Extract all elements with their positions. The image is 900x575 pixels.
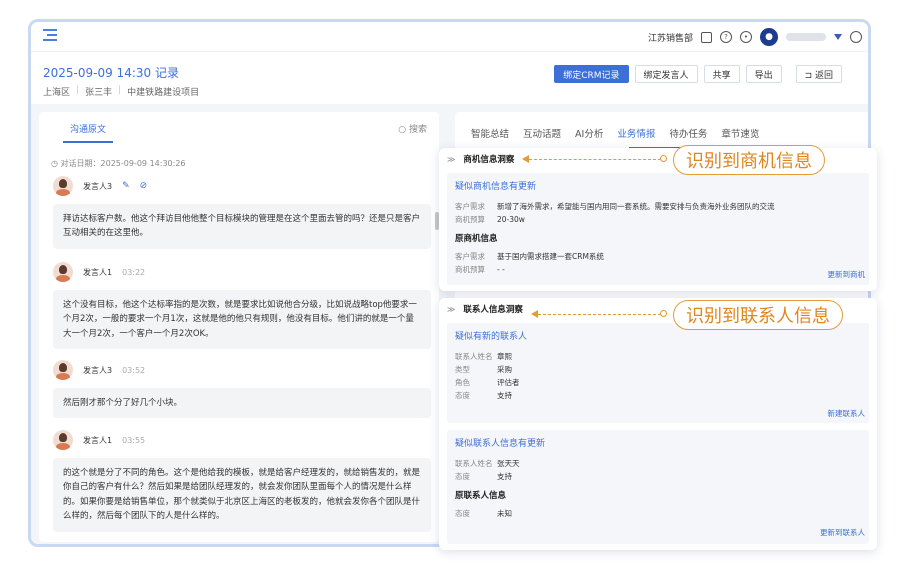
field-row: 类型 采购 (455, 365, 512, 375)
edit-icon[interactable] (701, 31, 712, 43)
field-row: 客户需求 基于国内需求搭建一套CRM系统 (455, 252, 604, 262)
message-header: 发言人3 ✎ ⊘ (53, 176, 147, 196)
message-time: 03:22 (122, 267, 146, 277)
tab-chapters[interactable]: 章节速览 (721, 126, 759, 140)
link-icon[interactable]: ⊘ (140, 181, 148, 191)
edit-speaker-icon[interactable]: ✎ (122, 181, 130, 191)
bind-speaker-button[interactable]: 绑定发言人 (634, 65, 698, 83)
contact-header[interactable]: ≫ 联系人信息洞察 (447, 303, 523, 316)
tab-topics[interactable]: 互动话题 (523, 126, 561, 140)
bind-crm-button[interactable]: 绑定CRM记录 (554, 65, 629, 83)
update-contact-link[interactable]: 更新到联系人 (820, 527, 865, 538)
field-row: 商机预算 - - (455, 265, 505, 275)
suggestion-title: 疑似联系人信息有更新 (455, 439, 546, 449)
transcript-search[interactable]: ○ 搜索 (398, 122, 427, 135)
callout-connector (538, 314, 661, 315)
field-row: 客户需求 新增了海外需求，希望能与国内用同一套系统。需要安排与负责海外业务团队的交… (455, 202, 775, 211)
message-time: 03:52 (122, 365, 146, 375)
update-opportunity-link[interactable]: 更新到商机 (828, 269, 866, 280)
user-name-blurred[interactable] (786, 33, 826, 41)
tab-todos[interactable]: 待办任务 (669, 126, 707, 140)
callout-connector (529, 159, 661, 160)
field-row: 态度 支持 (455, 391, 512, 401)
original-title: 原商机信息 (455, 234, 498, 245)
search-label[interactable]: 搜索 (409, 125, 427, 135)
transcript-panel: 沟通原文 ○ 搜索 ◷ 对话日期：2025-09-09 14:30:26 发言人… (39, 112, 439, 542)
export-button[interactable]: 导出 (745, 65, 782, 83)
new-contact-suggestion: 疑似有新的联系人 联系人姓名 章熙 类型 采购 角色 评估者 态度 支持 (447, 323, 869, 423)
meta-owner: 张三丰 (85, 88, 113, 98)
user-avatar[interactable]: ● (760, 28, 778, 46)
search-icon[interactable]: ○ (398, 125, 406, 135)
field-row: 态度 支持 (455, 472, 512, 482)
message-time: 03:55 (122, 435, 146, 445)
bell-icon[interactable]: • (740, 31, 752, 43)
chevron-down-icon[interactable] (834, 34, 842, 40)
speaker-name[interactable]: 发言人3 (83, 365, 112, 376)
top-right-tools: 江苏销售部 ? • ● (648, 28, 862, 46)
message-header: 发言人1 03:22 (53, 262, 145, 282)
tab-ai-analysis[interactable]: AI分析 (575, 126, 603, 140)
arrow-head-icon (522, 155, 529, 163)
arrow-head-icon (531, 310, 538, 318)
field-row: 联系人姓名 张天天 (455, 459, 520, 468)
help-icon[interactable]: ? (720, 31, 732, 43)
record-header: 2025-09-09 14:30 记录 上海区 | 张三丰 | 中建铁路建设项目… (31, 52, 868, 104)
menu-toggle-icon[interactable] (43, 29, 57, 43)
message-header: 发言人3 03:52 (53, 360, 145, 380)
record-meta: 上海区 | 张三丰 | 中建铁路建设项目 (43, 85, 200, 98)
tab-business-intel[interactable]: 业务情报 (617, 126, 655, 140)
meta-project: 中建铁路建设项目 (127, 88, 200, 98)
tab-transcript[interactable]: 沟通原文 (63, 122, 113, 143)
collapse-icon[interactable]: ≫ (447, 305, 455, 314)
contact-update-suggestion: 疑似联系人信息有更新 联系人姓名 张天天 态度 支持 原联系人信息 态度 未知 (447, 430, 869, 544)
speaker-avatar (53, 430, 73, 450)
message-text: 拜访达标客户数。他这个拜访目他他整个目标模块的管理是在这个里面去管的吗？还是只是… (53, 204, 431, 249)
globe-icon[interactable] (850, 31, 862, 43)
speaker-name[interactable]: 发言人1 (83, 267, 112, 278)
speaker-avatar (53, 262, 73, 282)
message-text: 这个没有目标，他这个达标率指的是次数，就是要求比如说他合分级，比如说战略top他… (53, 290, 431, 350)
field-row: 态度 未知 (455, 509, 512, 519)
conversation-date: ◷ 对话日期：2025-09-09 14:30:26 (51, 159, 186, 168)
suggestion-title: 疑似商机信息有更新 (455, 182, 537, 192)
callout-dot (660, 310, 667, 317)
meta-region: 上海区 (43, 88, 71, 98)
suggestion-title: 疑似有新的联系人 (455, 332, 528, 342)
header-actions: 绑定CRM记录 绑定发言人 共享 导出 ⊐ 返回 (554, 65, 842, 83)
callout-dot (660, 155, 667, 162)
speaker-name[interactable]: 发言人1 (83, 435, 112, 446)
org-name[interactable]: 江苏销售部 (648, 31, 693, 44)
top-bar: 江苏销售部 ? • ● (31, 22, 868, 52)
opportunity-header[interactable]: ≫ 商机信息洞察 (447, 153, 514, 166)
field-row: 角色 评估者 (455, 378, 520, 388)
share-button[interactable]: 共享 (703, 65, 740, 83)
tab-summary[interactable]: 智能总结 (471, 126, 509, 140)
new-contact-link[interactable]: 新建联系人 (828, 408, 866, 419)
speaker-avatar (53, 176, 73, 196)
insight-tabs: 智能总结 互动话题 AI分析 业务情报 待办任务 章节速览 (471, 126, 759, 140)
back-button[interactable]: ⊐ 返回 (795, 65, 842, 83)
speaker-avatar (53, 360, 73, 380)
message-header: 发言人1 03:55 (53, 430, 145, 450)
message-text: 的这个就是分了不同的角色。这个是他给我的模板，就是给客户经理发的，就给销售发的，… (53, 458, 431, 532)
contact-insight-card: ≫ 联系人信息洞察 疑似有新的联系人 联系人姓名 章熙 类型 采购 角色 评估者 态度… (439, 298, 877, 550)
field-row: 联系人姓名 章熙 (455, 352, 512, 361)
speaker-name[interactable]: 发言人3 (83, 181, 112, 192)
message-text: 然后刚才那个分了好几个小块。 (53, 388, 431, 419)
page-title: 2025-09-09 14:30 记录 (43, 66, 179, 80)
contact-callout: 识别到联系人信息 (673, 300, 843, 330)
clock-icon: ◷ (51, 159, 61, 168)
field-row: 商机预算 20-30w (455, 215, 525, 225)
original-title: 原联系人信息 (455, 491, 507, 502)
collapse-icon[interactable]: ≫ (447, 155, 455, 164)
opportunity-callout: 识别到商机信息 (673, 145, 825, 175)
opportunity-suggestion: 疑似商机信息有更新 客户需求 新增了海外需求，希望能与国内用同一套系统。需要安排与… (447, 173, 869, 285)
